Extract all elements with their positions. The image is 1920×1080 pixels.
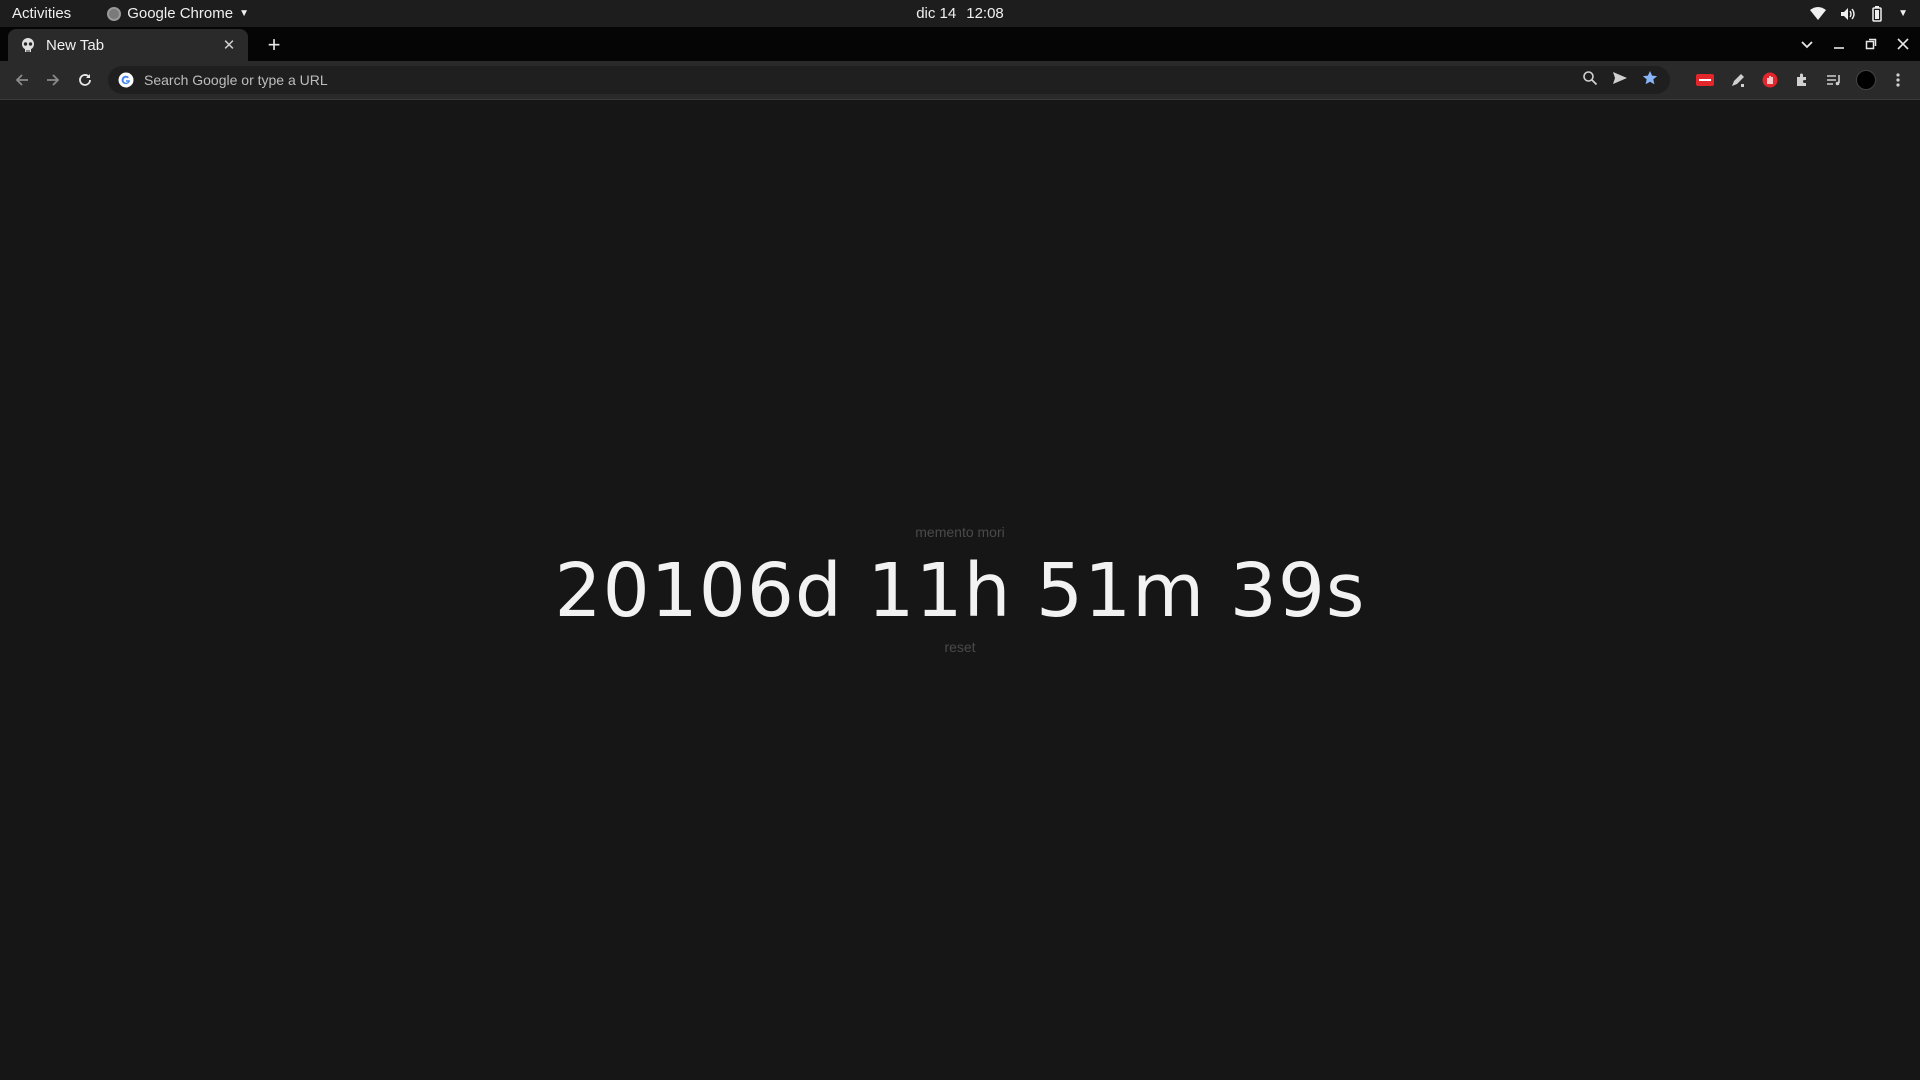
more-menu-icon[interactable] bbox=[1888, 70, 1908, 90]
puzzle-extensions-icon[interactable] bbox=[1792, 70, 1812, 90]
memento-mori-caption: memento mori bbox=[915, 524, 1005, 540]
date-label: dic 14 bbox=[916, 5, 957, 22]
new-tab-page: memento mori 20106d 11h 51m 39s reset bbox=[0, 100, 1920, 1080]
restore-icon[interactable] bbox=[1862, 35, 1880, 53]
extension-red-badge-icon[interactable] bbox=[1695, 70, 1715, 90]
app-menu[interactable]: Google Chrome ▼ bbox=[107, 5, 249, 22]
send-tab-icon[interactable] bbox=[1612, 70, 1628, 91]
media-queue-icon[interactable] bbox=[1824, 70, 1844, 90]
hand-block-extension-icon[interactable] bbox=[1760, 70, 1780, 90]
reset-link[interactable]: reset bbox=[944, 639, 975, 655]
omnibox[interactable] bbox=[108, 66, 1670, 94]
clock[interactable]: dic 14 12:08 bbox=[916, 5, 1004, 22]
back-icon[interactable] bbox=[12, 70, 32, 90]
zoom-icon[interactable] bbox=[1582, 70, 1598, 91]
wifi-icon bbox=[1810, 6, 1827, 21]
minimize-icon[interactable] bbox=[1830, 35, 1848, 53]
battery-icon bbox=[1870, 5, 1884, 22]
browser-toolbar bbox=[0, 61, 1920, 100]
tab-search-chevron-icon[interactable] bbox=[1798, 35, 1816, 53]
chrome-icon bbox=[107, 6, 122, 21]
tab-close-icon[interactable]: ✕ bbox=[220, 36, 238, 54]
tab-strip: New Tab ✕ + bbox=[0, 27, 1920, 61]
window-controls bbox=[1798, 27, 1912, 61]
app-name: Google Chrome bbox=[127, 5, 234, 22]
time-label: 12:08 bbox=[966, 5, 1004, 22]
tab-new-tab[interactable]: New Tab ✕ bbox=[8, 29, 248, 61]
pen-extension-icon[interactable] bbox=[1728, 70, 1748, 90]
system-tray[interactable]: ▼ bbox=[1810, 0, 1908, 27]
close-window-icon[interactable] bbox=[1894, 35, 1912, 53]
volume-icon bbox=[1840, 7, 1856, 21]
system-top-bar: Activities Google Chrome ▼ dic 14 12:08 … bbox=[0, 0, 1920, 27]
caret-down-icon: ▼ bbox=[239, 8, 249, 19]
activities-button[interactable]: Activities bbox=[12, 5, 71, 22]
tab-title: New Tab bbox=[46, 36, 105, 54]
omnibox-input[interactable] bbox=[142, 67, 1582, 93]
bookmark-star-icon[interactable] bbox=[1642, 70, 1658, 91]
new-tab-button[interactable]: + bbox=[262, 32, 286, 57]
profile-avatar[interactable] bbox=[1856, 70, 1876, 90]
skull-icon bbox=[22, 38, 34, 52]
forward-icon[interactable] bbox=[43, 70, 63, 90]
life-countdown: 20106d 11h 51m 39s bbox=[554, 548, 1366, 634]
google-g-icon bbox=[118, 72, 134, 88]
reload-icon[interactable] bbox=[75, 70, 95, 90]
system-menu-caret-icon: ▼ bbox=[1898, 8, 1908, 19]
